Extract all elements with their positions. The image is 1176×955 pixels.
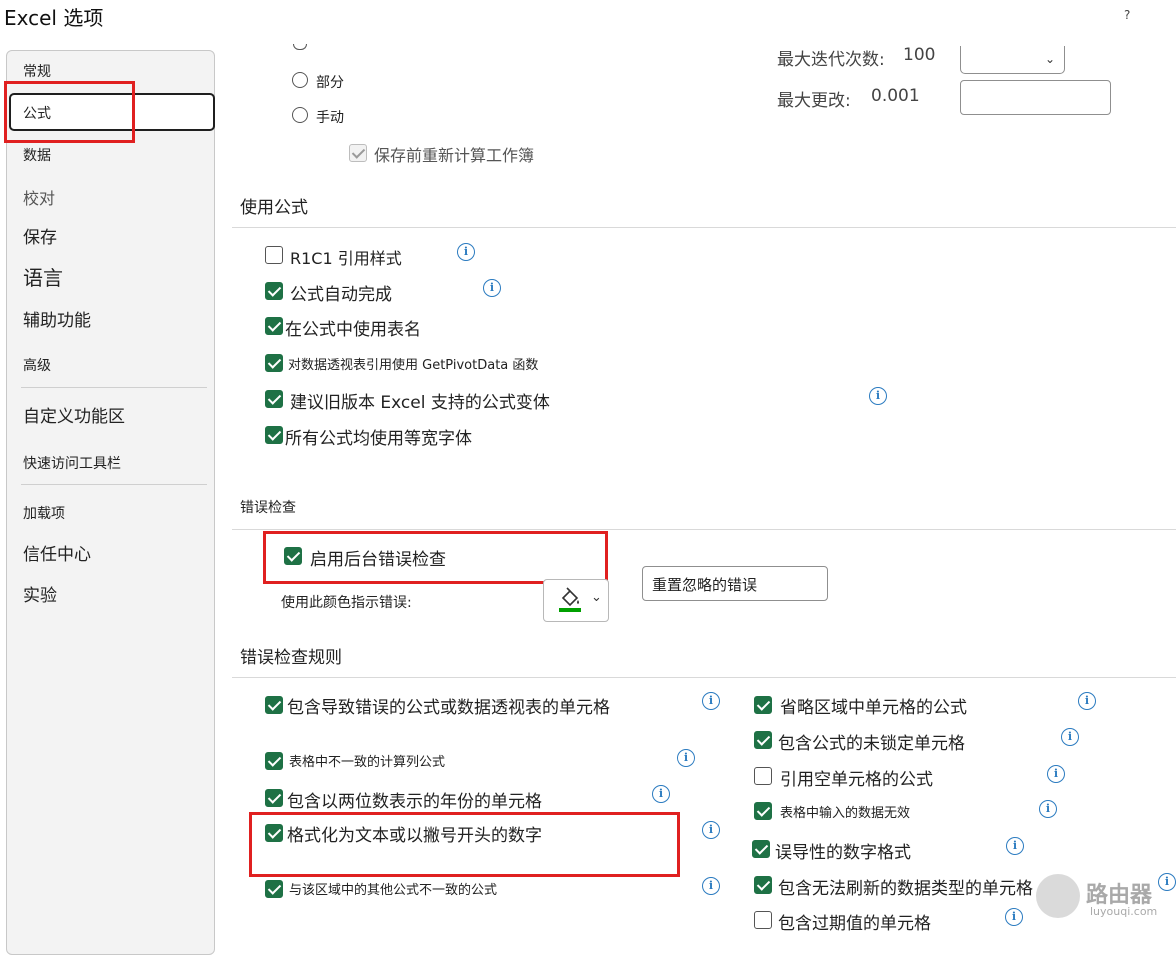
rule-inconsistent-formula-checkbox[interactable] <box>265 880 283 898</box>
rule-data-type-refresh-label: 包含无法刷新的数据类型的单元格 <box>778 879 1033 899</box>
error-color-label: 使用此颜色指示错误: <box>281 595 412 611</box>
section-title-working-with-formulas: 使用公式 <box>240 198 308 218</box>
radio-manual-label: 手动 <box>316 110 344 126</box>
section-divider <box>232 529 1176 530</box>
sidebar-item-proofing[interactable]: 校对 <box>23 185 55 209</box>
section-divider <box>232 227 1176 228</box>
rule-inconsistent-column-label: 表格中不一致的计算列公式 <box>289 755 446 770</box>
info-icon[interactable]: i <box>1061 728 1079 746</box>
reset-ignored-errors-button[interactable]: 重置忽略的错误 <box>642 566 828 601</box>
formula-autocomplete-checkbox[interactable] <box>265 282 283 300</box>
max-iterations-spinner[interactable]: ⌄ <box>960 46 1065 74</box>
rule-misleading-format-label: 误导性的数字格式 <box>775 843 911 863</box>
rule-inconsistent-column-checkbox[interactable] <box>265 752 283 770</box>
reset-ignored-errors-label: 重置忽略的错误 <box>652 576 758 594</box>
radio-partial-label: 部分 <box>316 75 344 91</box>
window-title: Excel 选项 <box>4 6 104 30</box>
sidebar-item-experiments[interactable]: 实验 <box>23 581 57 606</box>
highlight-box-number-as-text <box>249 812 680 877</box>
getpivotdata-label: 对数据透视表引用使用 GetPivotData 函数 <box>288 358 539 373</box>
max-change-input[interactable] <box>960 80 1111 115</box>
monospace-formula-label: 所有公式均使用等宽字体 <box>285 429 472 449</box>
rule-stale-value-checkbox[interactable] <box>754 911 772 929</box>
sidebar-item-data[interactable]: 数据 <box>23 145 51 165</box>
radio-partial[interactable] <box>292 72 308 88</box>
error-color-picker[interactable]: ⌄ <box>543 579 609 622</box>
rule-inconsistent-formula-label: 与该区域中的其他公式不一致的公式 <box>289 883 498 898</box>
max-iterations-value: 100 <box>903 45 936 65</box>
watermark-site: luyouqi.com <box>1090 905 1158 918</box>
info-icon[interactable]: i <box>457 243 475 261</box>
rule-omits-cells-label: 省略区域中单元格的公式 <box>780 698 967 718</box>
rule-unlocked-formula-label: 包含公式的未锁定单元格 <box>778 734 965 754</box>
section-title-error-rules: 错误检查规则 <box>240 648 342 668</box>
info-icon[interactable]: i <box>702 821 720 839</box>
getpivotdata-checkbox[interactable] <box>265 354 283 372</box>
sidebar-divider <box>21 387 207 388</box>
sidebar-item-quick-access-toolbar[interactable]: 快速访问工具栏 <box>23 453 121 473</box>
sidebar-item-advanced[interactable]: 高级 <box>23 355 51 375</box>
highlight-box-formulas <box>4 81 135 143</box>
sidebar-divider <box>21 484 207 485</box>
rule-empty-cells-checkbox[interactable] <box>754 767 772 785</box>
rule-two-digit-year-label: 包含以两位数表示的年份的单元格 <box>287 792 542 812</box>
rule-stale-value-label: 包含过期值的单元格 <box>778 914 931 934</box>
monospace-formula-checkbox[interactable] <box>265 426 283 444</box>
sidebar-item-customize-ribbon[interactable]: 自定义功能区 <box>23 402 125 427</box>
rule-empty-cells-label: 引用空单元格的公式 <box>780 770 933 790</box>
info-icon[interactable]: i <box>702 877 720 895</box>
info-icon[interactable]: i <box>1006 837 1024 855</box>
rule-error-cells-label: 包含导致错误的公式或数据透视表的单元格 <box>287 698 610 718</box>
info-icon[interactable]: i <box>483 279 501 297</box>
save-before-recalc-label: 保存前重新计算工作簿 <box>374 146 535 165</box>
sidebar-item-save[interactable]: 保存 <box>23 223 57 248</box>
rule-invalid-data-checkbox[interactable] <box>754 802 772 820</box>
info-icon[interactable]: i <box>1005 908 1023 926</box>
section-divider <box>232 677 1176 678</box>
radio-automatic-partial[interactable] <box>293 44 307 50</box>
max-change-value: 0.001 <box>871 86 920 106</box>
info-icon[interactable]: i <box>702 692 720 710</box>
info-icon[interactable]: i <box>1047 765 1065 783</box>
paint-bucket-icon <box>559 587 581 612</box>
rule-invalid-data-label: 表格中输入的数据无效 <box>780 806 911 821</box>
sidebar-item-accessibility[interactable]: 辅助功能 <box>23 306 91 331</box>
info-icon[interactable]: i <box>1039 800 1057 818</box>
sidebar-item-trust-center[interactable]: 信任中心 <box>23 540 91 565</box>
r1c1-label: R1C1 引用样式 <box>290 249 402 268</box>
max-change-label: 最大更改: <box>777 91 851 111</box>
table-names-checkbox[interactable] <box>265 317 283 335</box>
legacy-formula-label: 建议旧版本 Excel 支持的公式变体 <box>290 393 550 413</box>
r1c1-checkbox[interactable] <box>265 246 283 264</box>
rule-two-digit-year-checkbox[interactable] <box>265 789 283 807</box>
sidebar-item-language[interactable]: 语言 <box>23 262 63 291</box>
save-before-recalc-checkbox[interactable] <box>349 144 367 162</box>
sidebar-item-general[interactable]: 常规 <box>23 61 51 81</box>
rule-unlocked-formula-checkbox[interactable] <box>754 731 772 749</box>
radio-manual[interactable] <box>292 107 308 123</box>
max-iterations-label: 最大迭代次数: <box>777 50 885 70</box>
info-icon[interactable]: i <box>869 387 887 405</box>
rule-omits-cells-checkbox[interactable] <box>754 696 772 714</box>
highlight-box-enable-bg <box>263 531 608 584</box>
info-icon[interactable]: i <box>677 749 695 767</box>
info-icon[interactable]: i <box>652 785 670 803</box>
rule-misleading-format-checkbox[interactable] <box>752 840 770 858</box>
sidebar: 常规 公式 数据 校对 保存 语言 辅助功能 高级 自定义功能区 快速访问工具栏… <box>6 50 215 955</box>
rule-error-cells-checkbox[interactable] <box>265 696 283 714</box>
help-button[interactable]: ? <box>1124 8 1130 22</box>
sidebar-item-addins[interactable]: 加载项 <box>23 503 65 523</box>
chevron-down-icon: ⌄ <box>591 590 602 605</box>
rule-data-type-refresh-checkbox[interactable] <box>754 876 772 894</box>
info-icon[interactable]: i <box>1158 873 1176 891</box>
legacy-formula-checkbox[interactable] <box>265 390 283 408</box>
chevron-down-icon: ⌄ <box>1045 52 1056 66</box>
formula-autocomplete-label: 公式自动完成 <box>290 285 392 305</box>
table-names-label: 在公式中使用表名 <box>285 320 421 340</box>
watermark-logo-icon <box>1036 874 1080 918</box>
info-icon[interactable]: i <box>1078 692 1096 710</box>
section-title-error-checking: 错误检查 <box>240 500 296 516</box>
